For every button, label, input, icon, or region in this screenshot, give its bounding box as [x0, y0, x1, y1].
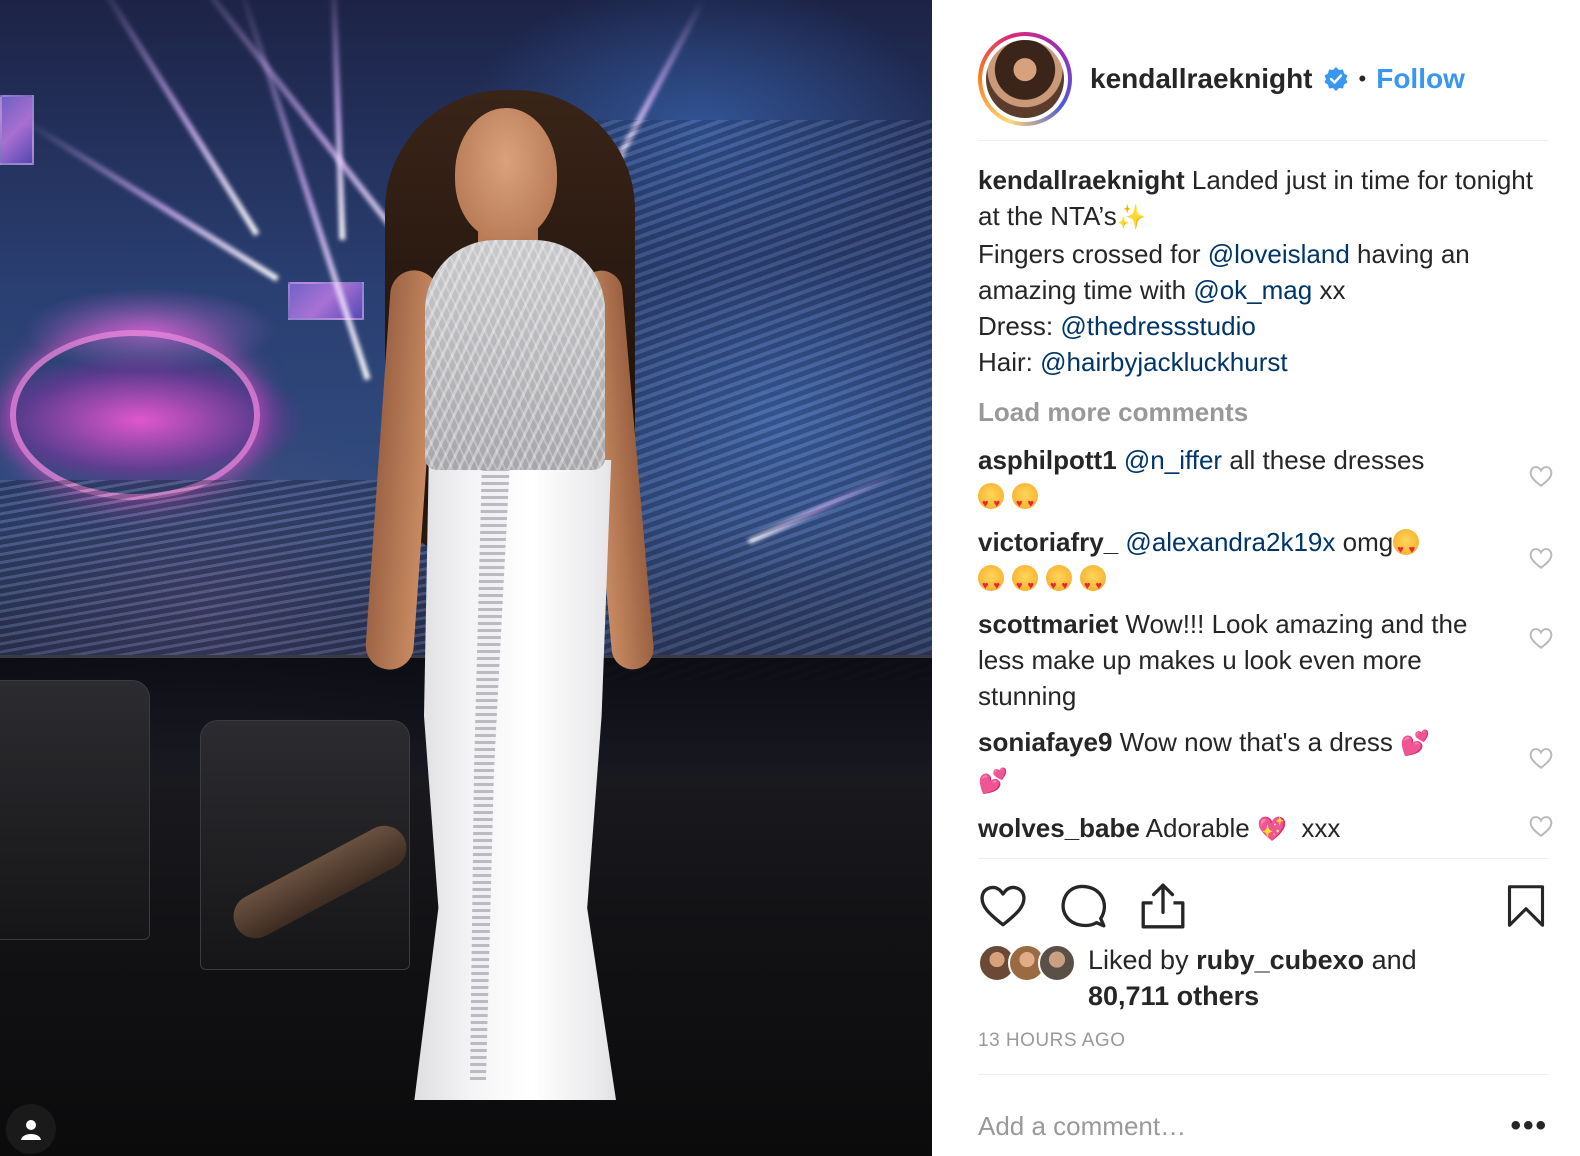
verified-badge-icon	[1324, 67, 1348, 91]
action-bar	[978, 878, 1548, 934]
comment-item: soniafaye9 Wow now that's a dress 💕 💕	[978, 724, 1553, 800]
liker-username[interactable]: ruby_cubexo	[1196, 945, 1364, 975]
post-side-panel: kendallraeknight • Follow kendallraeknig…	[932, 0, 1580, 1156]
heart-eyes-emoji-icon	[978, 565, 1004, 604]
caption-text: xx	[1312, 275, 1346, 305]
avatar[interactable]	[1038, 944, 1076, 982]
comment-item: asphilpott1 @n_iffer all these dresses	[978, 442, 1553, 522]
heart-eyes-emoji-icon	[1012, 565, 1038, 604]
caption-text: Fingers crossed for	[978, 239, 1208, 269]
likes-summary: Liked by ruby_cubexo and 80,711 others	[978, 942, 1417, 1014]
comment-box-divider	[978, 1074, 1548, 1075]
comment-username[interactable]: soniafaye9	[978, 727, 1112, 757]
heart-icon[interactable]	[978, 881, 1028, 931]
arena-screen-left	[0, 95, 34, 165]
comment-username[interactable]: victoriafry_	[978, 527, 1118, 557]
mention-link[interactable]: @loveisland	[1208, 239, 1350, 269]
comment-text: Adorable	[1145, 813, 1250, 843]
comment-text: all these dresses	[1222, 445, 1425, 475]
comment-text: omg	[1335, 527, 1394, 557]
heart-eyes-emoji-icon	[1080, 565, 1106, 604]
mention-link[interactable]: @ok_mag	[1193, 275, 1312, 305]
box-seat	[0, 680, 150, 940]
heart-eyes-emoji-icon	[1012, 483, 1038, 522]
post-caption: kendallraeknight Landed just in time for…	[978, 162, 1548, 380]
dress-bodice	[425, 240, 605, 470]
header-divider	[978, 140, 1548, 141]
like-comment-heart-icon[interactable]	[1528, 746, 1554, 770]
more-options-button[interactable]: •••	[1510, 1109, 1548, 1143]
comment-text: xxx	[1301, 813, 1341, 843]
likes-prefix: Liked by	[1088, 945, 1197, 975]
add-comment-bar: •••	[978, 1096, 1548, 1156]
pink-hearts-emoji-icon: 💕	[978, 768, 1008, 795]
comment-item: wolves_babe Adorable 💖 xxx	[978, 810, 1553, 848]
like-comment-heart-icon[interactable]	[1528, 626, 1554, 650]
avatar[interactable]	[978, 32, 1072, 126]
actions-divider	[978, 858, 1548, 859]
like-comment-heart-icon[interactable]	[1528, 814, 1554, 838]
comment-username[interactable]: scottmariet	[978, 609, 1118, 639]
bookmark-icon[interactable]	[1504, 880, 1548, 932]
heart-eyes-emoji-icon	[1393, 529, 1420, 568]
post-header: kendallraeknight • Follow	[978, 18, 1548, 140]
comment-username[interactable]: wolves_babe	[978, 813, 1140, 843]
tagged-users-button[interactable]	[6, 1104, 56, 1154]
header-username[interactable]: kendallraeknight	[1090, 63, 1313, 95]
share-icon[interactable]	[1138, 881, 1188, 931]
light-beam	[330, 0, 346, 240]
caption-text: Hair:	[978, 347, 1041, 377]
follow-button[interactable]: Follow	[1376, 63, 1465, 95]
heart-eyes-emoji-icon	[1046, 565, 1072, 604]
user-icon	[21, 1120, 41, 1140]
arena-stage	[10, 330, 260, 500]
liker-avatars	[978, 944, 1076, 982]
avatar-image	[986, 40, 1064, 118]
light-beam	[95, 0, 260, 237]
add-comment-input[interactable]	[978, 1110, 1511, 1142]
heart-eyes-emoji-icon	[978, 483, 1004, 522]
comment-item: victoriafry_ @alexandra2k19x omg	[978, 524, 1553, 604]
mention-link[interactable]: @alexandra2k19x	[1125, 527, 1335, 557]
mention-link[interactable]: @n_iffer	[1124, 445, 1222, 475]
comment-username[interactable]: asphilpott1	[978, 445, 1117, 475]
pink-hearts-emoji-icon: 💕	[1400, 730, 1431, 757]
likes-and: and	[1364, 945, 1417, 975]
comment-item: scottmariet Wow!!! Look amazing and the …	[978, 606, 1553, 714]
post-photo[interactable]	[0, 0, 932, 1156]
like-comment-heart-icon[interactable]	[1528, 464, 1554, 488]
separator-dot: •	[1358, 66, 1367, 91]
comment-icon[interactable]	[1058, 881, 1108, 931]
mention-link[interactable]: @hairbyjackluckhurst	[1040, 347, 1287, 377]
likes-text: Liked by ruby_cubexo and 80,711 others	[1088, 942, 1417, 1014]
sparkle-emoji-icon: ✨	[1116, 204, 1147, 231]
mention-link[interactable]: @thedressstudio	[1060, 311, 1256, 341]
sparkling-heart-emoji-icon: 💖	[1256, 816, 1287, 843]
load-more-comments-button[interactable]: Load more comments	[978, 392, 1548, 432]
post-timestamp[interactable]: 13 HOURS AGO	[978, 1030, 1126, 1052]
likes-count-button[interactable]: 80,711 others	[1088, 981, 1259, 1011]
caption-text: Dress:	[978, 311, 1061, 341]
comment-text: Wow now that's a dress	[1119, 727, 1393, 757]
person-face	[455, 108, 557, 240]
caption-username[interactable]: kendallraeknight	[978, 165, 1185, 195]
light-beam	[21, 117, 280, 282]
arena-screen-center	[288, 282, 364, 320]
like-comment-heart-icon[interactable]	[1528, 546, 1554, 570]
comments-list: kendallraeknight Landed just in time for…	[978, 162, 1553, 848]
